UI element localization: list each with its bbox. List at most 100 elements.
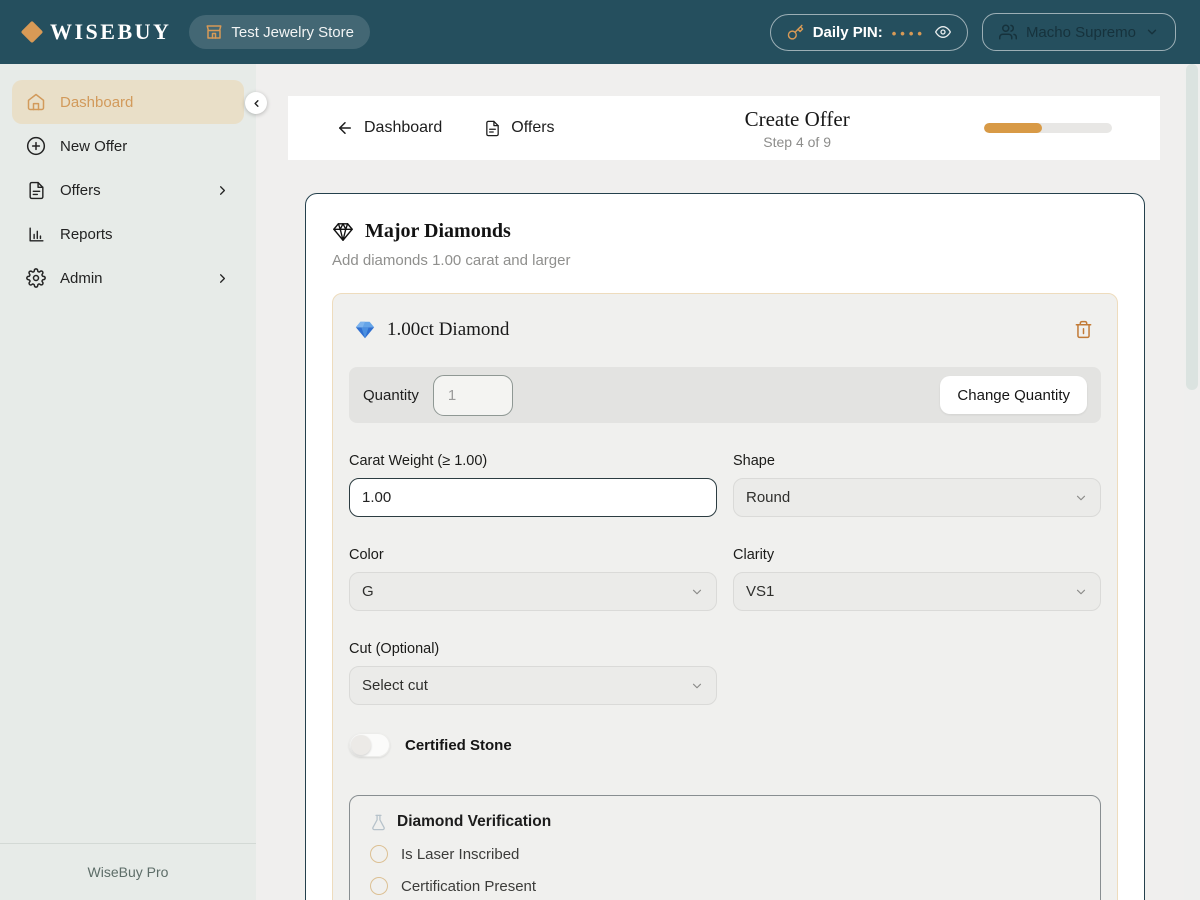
step-indicator: Step 4 of 9 [745, 134, 850, 150]
diamond-item-title: 1.00ct Diamond [387, 319, 509, 341]
document-icon [26, 180, 46, 200]
progress-fill [984, 123, 1042, 133]
change-quantity-button[interactable]: Change Quantity [940, 376, 1087, 414]
shape-label: Shape [733, 453, 1101, 469]
offers-link-label: Offers [511, 119, 554, 137]
header-right: Daily PIN: •••• Macho Supremo [770, 13, 1176, 51]
sidebar-footer: WiseBuy Pro [0, 843, 256, 900]
major-diamonds-card: Major Diamonds Add diamonds 1.00 carat a… [305, 193, 1145, 900]
cut-field: Cut (Optional) Select cut [349, 641, 717, 705]
clarity-label: Clarity [733, 547, 1101, 563]
back-to-dashboard-link[interactable]: Dashboard [336, 119, 442, 137]
chevron-right-icon [215, 183, 230, 198]
sidebar-item-offers[interactable]: Offers [12, 168, 244, 212]
offers-link[interactable]: Offers [484, 119, 554, 137]
sidebar-item-label: Admin [60, 270, 103, 287]
chevron-down-icon [1074, 491, 1088, 505]
delete-diamond-button[interactable] [1070, 316, 1097, 343]
sidebar-item-new-offer[interactable]: New Offer [12, 124, 244, 168]
clarity-value: VS1 [746, 583, 774, 600]
plus-circle-icon [26, 136, 46, 156]
chevron-down-icon [1145, 25, 1159, 39]
carat-label: Carat Weight (≥ 1.00) [349, 453, 717, 469]
sidebar: Dashboard New Offer Offers [0, 64, 256, 900]
shape-field: Shape Round [733, 453, 1101, 517]
sidebar-footer-label: WiseBuy Pro [88, 864, 169, 880]
key-icon [787, 24, 804, 41]
sidebar-item-label: Reports [60, 226, 113, 243]
store-icon [205, 23, 223, 41]
home-icon [26, 92, 46, 112]
page-title: Create Offer [745, 107, 850, 132]
verification-option-laser[interactable]: Is Laser Inscribed [370, 845, 1080, 863]
shape-select[interactable]: Round [733, 478, 1101, 517]
progress-bar [984, 123, 1112, 133]
main-content: Dashboard Offers Create Offer Step 4 of … [256, 64, 1200, 900]
diamond-verification-box: Diamond Verification Is Laser Inscribed … [349, 795, 1101, 900]
sidebar-item-label: Dashboard [60, 94, 133, 111]
certified-stone-row: Certified Stone [349, 733, 1101, 757]
carat-input[interactable] [349, 478, 717, 517]
quantity-input[interactable] [433, 375, 513, 416]
color-field: Color G [349, 547, 717, 611]
option-label: Certification Present [401, 878, 536, 895]
color-label: Color [349, 547, 717, 563]
sidebar-item-dashboard[interactable]: Dashboard [12, 80, 244, 124]
verification-option-certification[interactable]: Certification Present [370, 877, 1080, 895]
store-badge[interactable]: Test Jewelry Store [189, 15, 370, 49]
carat-field: Carat Weight (≥ 1.00) [349, 453, 717, 517]
sidebar-nav: Dashboard New Offer Offers [12, 80, 244, 300]
toggle-knob [351, 735, 371, 755]
quantity-label: Quantity [363, 387, 419, 404]
sidebar-item-label: New Offer [60, 138, 127, 155]
diamond-outline-icon [332, 221, 354, 243]
scrollbar-thumb[interactable] [1186, 64, 1198, 390]
sidebar-item-reports[interactable]: Reports [12, 212, 244, 256]
chevron-right-icon [215, 271, 230, 286]
diamond-item-card: 1.00ct Diamond Quantity Change Quantity … [332, 293, 1118, 900]
color-value: G [362, 583, 374, 600]
daily-pin-dots: •••• [892, 24, 926, 41]
color-select[interactable]: G [349, 572, 717, 611]
bar-chart-icon [26, 224, 46, 244]
sidebar-item-label: Offers [60, 182, 101, 199]
store-badge-label: Test Jewelry Store [231, 24, 354, 41]
quantity-row: Quantity Change Quantity [349, 367, 1101, 423]
chevron-down-icon [1074, 585, 1088, 599]
sidebar-collapse-button[interactable] [245, 92, 267, 114]
section-title: Major Diamonds [365, 220, 511, 243]
user-name: Macho Supremo [1026, 24, 1136, 41]
shape-value: Round [746, 489, 790, 506]
users-icon [999, 23, 1017, 41]
radio-icon[interactable] [370, 877, 388, 895]
scrollbar-track[interactable] [1184, 64, 1200, 900]
chevron-down-icon [690, 679, 704, 693]
brand-diamond-icon [21, 21, 44, 44]
arrow-left-icon [336, 119, 354, 137]
cut-select[interactable]: Select cut [349, 666, 717, 705]
back-link-label: Dashboard [364, 119, 442, 137]
blue-diamond-icon [353, 319, 377, 341]
daily-pin-label: Daily PIN: [813, 24, 883, 41]
certified-stone-label: Certified Stone [405, 737, 512, 754]
daily-pin-pill[interactable]: Daily PIN: •••• [770, 14, 968, 51]
eye-icon[interactable] [935, 24, 951, 40]
user-menu[interactable]: Macho Supremo [982, 13, 1176, 51]
breadcrumb: Dashboard Offers Create Offer Step 4 of … [288, 96, 1160, 160]
radio-icon[interactable] [370, 845, 388, 863]
brand-logo[interactable]: WISEBUY [24, 19, 171, 45]
chevron-down-icon [690, 585, 704, 599]
app-header: WISEBUY Test Jewelry Store Daily PIN: ••… [0, 0, 1200, 64]
clarity-select[interactable]: VS1 [733, 572, 1101, 611]
sidebar-item-admin[interactable]: Admin [12, 256, 244, 300]
option-label: Is Laser Inscribed [401, 846, 519, 863]
cut-value: Select cut [362, 677, 428, 694]
brand-name: WISEBUY [50, 19, 171, 45]
clarity-field: Clarity VS1 [733, 547, 1101, 611]
section-subtitle: Add diamonds 1.00 carat and larger [332, 252, 1118, 269]
flask-icon [370, 814, 387, 831]
certified-stone-toggle[interactable] [349, 733, 390, 757]
verification-title: Diamond Verification [397, 813, 551, 831]
document-icon [484, 120, 501, 137]
gear-icon [26, 268, 46, 288]
